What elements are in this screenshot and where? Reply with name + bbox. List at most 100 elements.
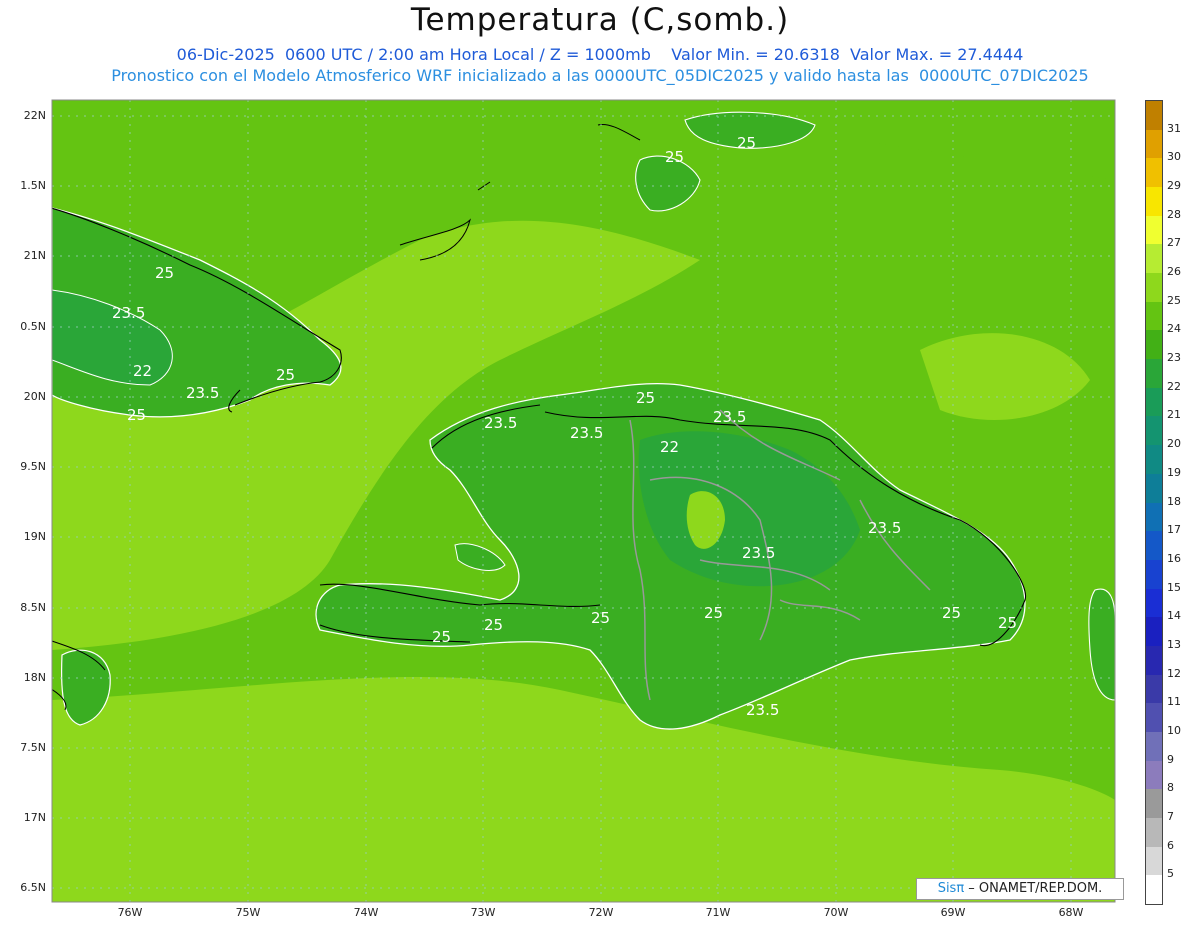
lat-label: 21N [23, 249, 46, 262]
lon-label: 71W [705, 906, 731, 919]
contour-label: 23.5 [112, 304, 145, 322]
colorbar-cell [1146, 301, 1162, 331]
colorbar-cell [1146, 273, 1162, 303]
colorbar-cell [1146, 502, 1162, 532]
colorbar-cell [1146, 359, 1162, 389]
colorbar-label: 31 [1167, 121, 1181, 135]
colorbar-label: 21 [1167, 408, 1181, 422]
colorbar-cell [1146, 531, 1162, 561]
colorbar-cell [1146, 703, 1162, 733]
contour-label: 25 [665, 148, 684, 166]
colorbar-cell [1146, 817, 1162, 848]
lat-label: 19N [23, 530, 46, 543]
lat-label: 6.5N [20, 881, 46, 894]
contour-label: 22 [660, 438, 679, 456]
colorbar-label: 7 [1167, 809, 1174, 823]
colorbar-cell [1146, 846, 1162, 876]
colorbar-cell [1146, 760, 1162, 790]
contour-label: 25 [484, 616, 503, 634]
colorbar-label: 20 [1167, 437, 1181, 451]
lon-label: 68W [1058, 906, 1084, 919]
lat-label: 8.5N [20, 601, 46, 614]
colorbar-cell [1146, 789, 1162, 819]
contour-label: 23.5 [570, 424, 603, 442]
lat-label: 22N [23, 109, 46, 122]
contour-label: 25 [737, 134, 756, 152]
contour-label: 25 [127, 406, 146, 424]
colorbar-cell [1146, 731, 1162, 762]
colorbar-cell [1146, 645, 1162, 676]
contour-label: 25 [704, 604, 723, 622]
colorbar-label: 24 [1167, 322, 1181, 336]
contour-label: 23.5 [742, 544, 775, 562]
contour-label: 23.5 [746, 701, 779, 719]
colorbar-label: 23 [1167, 351, 1181, 365]
colorbar-label: 29 [1167, 179, 1181, 193]
colorbar-cell [1146, 445, 1162, 475]
lon-label: 76W [117, 906, 143, 919]
colorbar-label: 18 [1167, 494, 1181, 508]
colorbar-cell [1146, 674, 1162, 704]
contour-label: 25 [432, 628, 451, 646]
sispi-logo-text: Sisπ [937, 881, 965, 896]
colorbar-label: 8 [1167, 781, 1174, 795]
contour-label: 25 [276, 366, 295, 384]
colorbar-label: 26 [1167, 265, 1181, 279]
lon-label: 74W [353, 906, 379, 919]
temperature-map: 25 25 25 23.5 22 23.5 25 25 23.5 22 23.5 25 23.5 23.5… [51, 99, 1116, 903]
colorbar-label: 19 [1167, 465, 1181, 479]
colorbar-label: 22 [1167, 379, 1181, 393]
colorbar-label: 12 [1167, 666, 1181, 680]
colorbar-label: 16 [1167, 551, 1181, 565]
colorbar-cell [1146, 473, 1162, 503]
colorbar-label: 14 [1167, 609, 1181, 623]
contour-label: 25 [942, 604, 961, 622]
colorbar-cell [1146, 330, 1162, 360]
colorbar-label: 15 [1167, 580, 1181, 594]
lat-label: 9.5N [20, 460, 46, 473]
credit-text: – ONAMET/REP.DOM. [964, 881, 1103, 896]
lat-label: 1.5N [20, 179, 46, 192]
colorbar-label: 9 [1167, 752, 1174, 766]
lon-label: 72W [588, 906, 614, 919]
lon-label: 73W [470, 906, 496, 919]
colorbar-label: 10 [1167, 723, 1181, 737]
colorbar-label: 13 [1167, 637, 1181, 651]
colorbar-label: 5 [1167, 867, 1174, 881]
colorbar-cell [1146, 129, 1162, 159]
colorbar-cell [1146, 387, 1162, 417]
contour-label: 25 [155, 264, 174, 282]
lat-label: 7.5N [20, 741, 46, 754]
colorbar-label: 6 [1167, 838, 1174, 852]
colorbar-cell [1146, 875, 1162, 905]
colorbar-cell [1146, 559, 1162, 590]
colorbar-label: 30 [1167, 150, 1181, 164]
contour-label: 23.5 [713, 408, 746, 426]
lon-label: 70W [823, 906, 849, 919]
colorbar-label: 28 [1167, 207, 1181, 221]
lon-label: 75W [235, 906, 261, 919]
colorbar-cell [1146, 158, 1162, 188]
contour-label: 25 [636, 389, 655, 407]
colorbar-cell [1146, 588, 1162, 618]
contour-label: 23.5 [186, 384, 219, 402]
contour-label: 25 [591, 609, 610, 627]
colorbar-label: 25 [1167, 293, 1181, 307]
contour-label: 23.5 [868, 519, 901, 537]
colorbar-cell [1146, 617, 1162, 647]
colorbar-cell [1146, 244, 1162, 274]
lat-label: 17N [23, 811, 46, 824]
colorbar-cell [1146, 187, 1162, 217]
colorbar-cell [1146, 416, 1162, 446]
colorbar-label: 27 [1167, 236, 1181, 250]
contour-label: 22 [133, 362, 152, 380]
lat-label: 0.5N [20, 320, 46, 333]
contour-label: 25 [998, 614, 1017, 632]
credit-box: Sisπ – ONAMET/REP.DOM. [916, 878, 1124, 900]
colorbar-label: 17 [1167, 523, 1181, 537]
lat-label: 18N [23, 671, 46, 684]
temperature-colorbar [1145, 100, 1163, 905]
contour-label: 23.5 [484, 414, 517, 432]
lon-label: 69W [940, 906, 966, 919]
colorbar-label: 11 [1167, 695, 1181, 709]
